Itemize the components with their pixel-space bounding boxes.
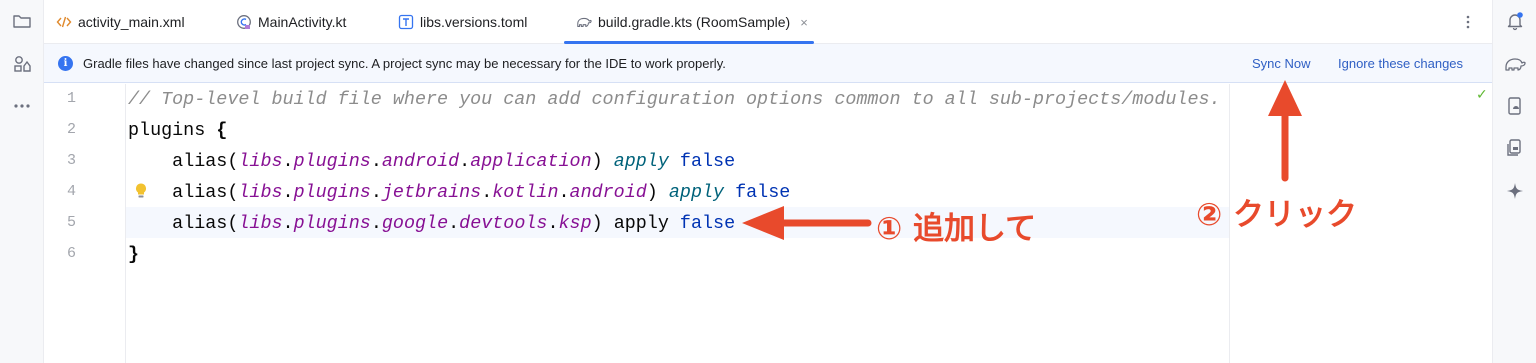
- right-tool-strip: [1492, 0, 1536, 363]
- device-manager-icon[interactable]: [1503, 94, 1527, 118]
- arrow-to-line-5: [742, 206, 872, 240]
- arrow-to-sync-now: [1268, 80, 1302, 182]
- annotation-step-2: ② クリック: [1196, 197, 1358, 233]
- notifications-icon[interactable]: [1503, 9, 1527, 33]
- gradle-elephant-icon[interactable]: [1503, 52, 1527, 76]
- annotation-arrows: [742, 80, 1302, 240]
- running-devices-icon[interactable]: [1503, 136, 1527, 160]
- gemini-icon[interactable]: [1503, 179, 1527, 203]
- annotation-step-1: ① 追加して: [876, 211, 1037, 247]
